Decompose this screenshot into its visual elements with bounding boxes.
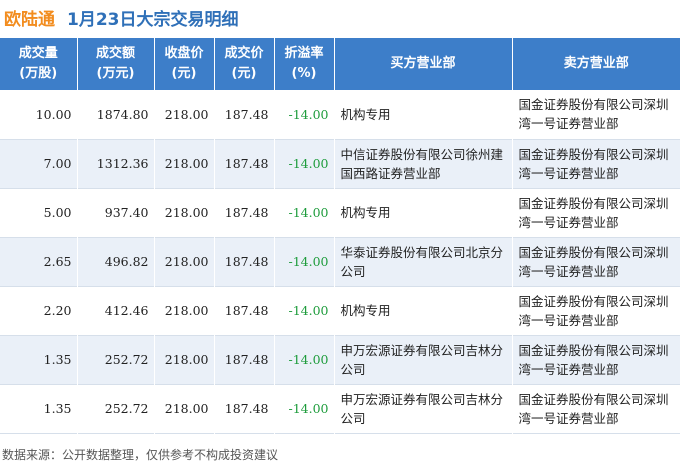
source-note: 数据来源：公开数据整理，仅供参考不构成投资建议 <box>2 448 279 462</box>
cell-premium: -14.00 <box>274 286 335 335</box>
cell-volume: 2.65 <box>0 237 78 286</box>
cell-volume: 2.20 <box>0 286 78 335</box>
header-label: 卖方营业部 <box>563 56 629 71</box>
cell-trade-price: 187.48 <box>214 90 275 139</box>
header-label: 折溢率 <box>284 46 324 61</box>
header-close: 收盘价 (元) <box>154 38 215 90</box>
cell-close-price: 218.00 <box>154 237 215 286</box>
header-unit: (元) <box>171 66 197 81</box>
cell-premium: -14.00 <box>274 188 335 237</box>
cell-trade-price: 187.48 <box>214 335 275 384</box>
cell-close-price: 218.00 <box>154 188 215 237</box>
cell-close-price: 218.00 <box>154 286 215 335</box>
header-seller: 卖方营业部 <box>512 38 680 90</box>
header-label: 收盘价 <box>164 46 204 61</box>
cell-buyer: 中信证券股份有限公司徐州建国西路证券营业部 <box>334 139 513 188</box>
cell-seller: 国金证券股份有限公司深圳湾一号证券营业部 <box>512 286 680 335</box>
cell-seller: 国金证券股份有限公司深圳湾一号证券营业部 <box>512 335 680 384</box>
header-label: 成交量 <box>18 46 58 61</box>
cell-volume: 7.00 <box>0 139 78 188</box>
header-unit: (万股) <box>19 66 58 81</box>
cell-buyer: 华泰证券股份有限公司北京分公司 <box>334 237 513 286</box>
table-row: 1.35 252.72 218.00 187.48 -14.00 申万宏源证券有限公司吉林… <box>0 335 680 384</box>
block-trade-table: 成交量 (万股) 成交额 (万元) 收盘价 (元) 成交价 (元) 折溢率 (%) 买方营业部 卖方营… <box>0 38 680 434</box>
cell-trade-price: 187.48 <box>214 139 275 188</box>
header-amount: 成交额 (万元) <box>77 38 155 90</box>
table-row: 2.20 412.46 218.00 187.48 -14.00 机构专用 国金证券股份有限… <box>0 286 680 335</box>
cell-close-price: 218.00 <box>154 384 215 433</box>
cell-amount: 496.82 <box>77 237 155 286</box>
header-label: 买方营业部 <box>390 56 456 71</box>
table-row: 1.35 252.72 218.00 187.48 -14.00 申万宏源证券有限公司吉林… <box>0 384 680 433</box>
cell-premium: -14.00 <box>274 90 335 139</box>
stock-name: 欧陆通 <box>4 9 55 30</box>
header-price: 成交价 (元) <box>214 38 275 90</box>
cell-amount: 412.46 <box>77 286 155 335</box>
cell-buyer: 申万宏源证券有限公司吉林分公司 <box>334 384 513 433</box>
page-title: 1月23日大宗交易明细 <box>67 9 239 30</box>
cell-buyer: 申万宏源证券有限公司吉林分公司 <box>334 335 513 384</box>
header-label: 成交价 <box>224 46 264 61</box>
cell-premium: -14.00 <box>274 139 335 188</box>
table-header-row: 成交量 (万股) 成交额 (万元) 收盘价 (元) 成交价 (元) 折溢率 (%) 买方营业部 卖方营… <box>0 38 680 90</box>
header-unit: (元) <box>231 66 257 81</box>
header-volume: 成交量 (万股) <box>0 38 78 90</box>
cell-buyer: 机构专用 <box>334 286 513 335</box>
cell-close-price: 218.00 <box>154 139 215 188</box>
table-row: 5.00 937.40 218.00 187.48 -14.00 机构专用 国金证券股份有限… <box>0 188 680 237</box>
cell-volume: 10.00 <box>0 90 78 139</box>
cell-trade-price: 187.48 <box>214 286 275 335</box>
cell-seller: 国金证券股份有限公司深圳湾一号证券营业部 <box>512 90 680 139</box>
header-premium: 折溢率 (%) <box>274 38 335 90</box>
header-unit: (%) <box>291 66 317 81</box>
cell-amount: 1874.80 <box>77 90 155 139</box>
title-bar: 欧陆通 1月23日大宗交易明细 <box>0 0 680 34</box>
cell-premium: -14.00 <box>274 384 335 433</box>
cell-seller: 国金证券股份有限公司深圳湾一号证券营业部 <box>512 384 680 433</box>
cell-seller: 国金证券股份有限公司深圳湾一号证券营业部 <box>512 188 680 237</box>
header-unit: (万元) <box>96 66 135 81</box>
cell-close-price: 218.00 <box>154 335 215 384</box>
cell-amount: 1312.36 <box>77 139 155 188</box>
cell-volume: 1.35 <box>0 384 78 433</box>
cell-amount: 252.72 <box>77 335 155 384</box>
table-row: 2.65 496.82 218.00 187.48 -14.00 华泰证券股份有限公司北京… <box>0 237 680 286</box>
cell-amount: 252.72 <box>77 384 155 433</box>
header-buyer: 买方营业部 <box>334 38 513 90</box>
cell-premium: -14.00 <box>274 237 335 286</box>
cell-buyer: 机构专用 <box>334 188 513 237</box>
cell-seller: 国金证券股份有限公司深圳湾一号证券营业部 <box>512 139 680 188</box>
cell-premium: -14.00 <box>274 335 335 384</box>
cell-amount: 937.40 <box>77 188 155 237</box>
cell-trade-price: 187.48 <box>214 237 275 286</box>
table-row: 7.00 1312.36 218.00 187.48 -14.00 中信证券股份有限公司徐… <box>0 139 680 188</box>
cell-buyer: 机构专用 <box>334 90 513 139</box>
cell-close-price: 218.00 <box>154 90 215 139</box>
cell-trade-price: 187.48 <box>214 188 275 237</box>
cell-trade-price: 187.48 <box>214 384 275 433</box>
header-label: 成交额 <box>95 46 135 61</box>
cell-volume: 1.35 <box>0 335 78 384</box>
cell-volume: 5.00 <box>0 188 78 237</box>
table-row: 10.00 1874.80 218.00 187.48 -14.00 机构专用 国金证券股份… <box>0 90 680 139</box>
cell-seller: 国金证券股份有限公司深圳湾一号证券营业部 <box>512 237 680 286</box>
